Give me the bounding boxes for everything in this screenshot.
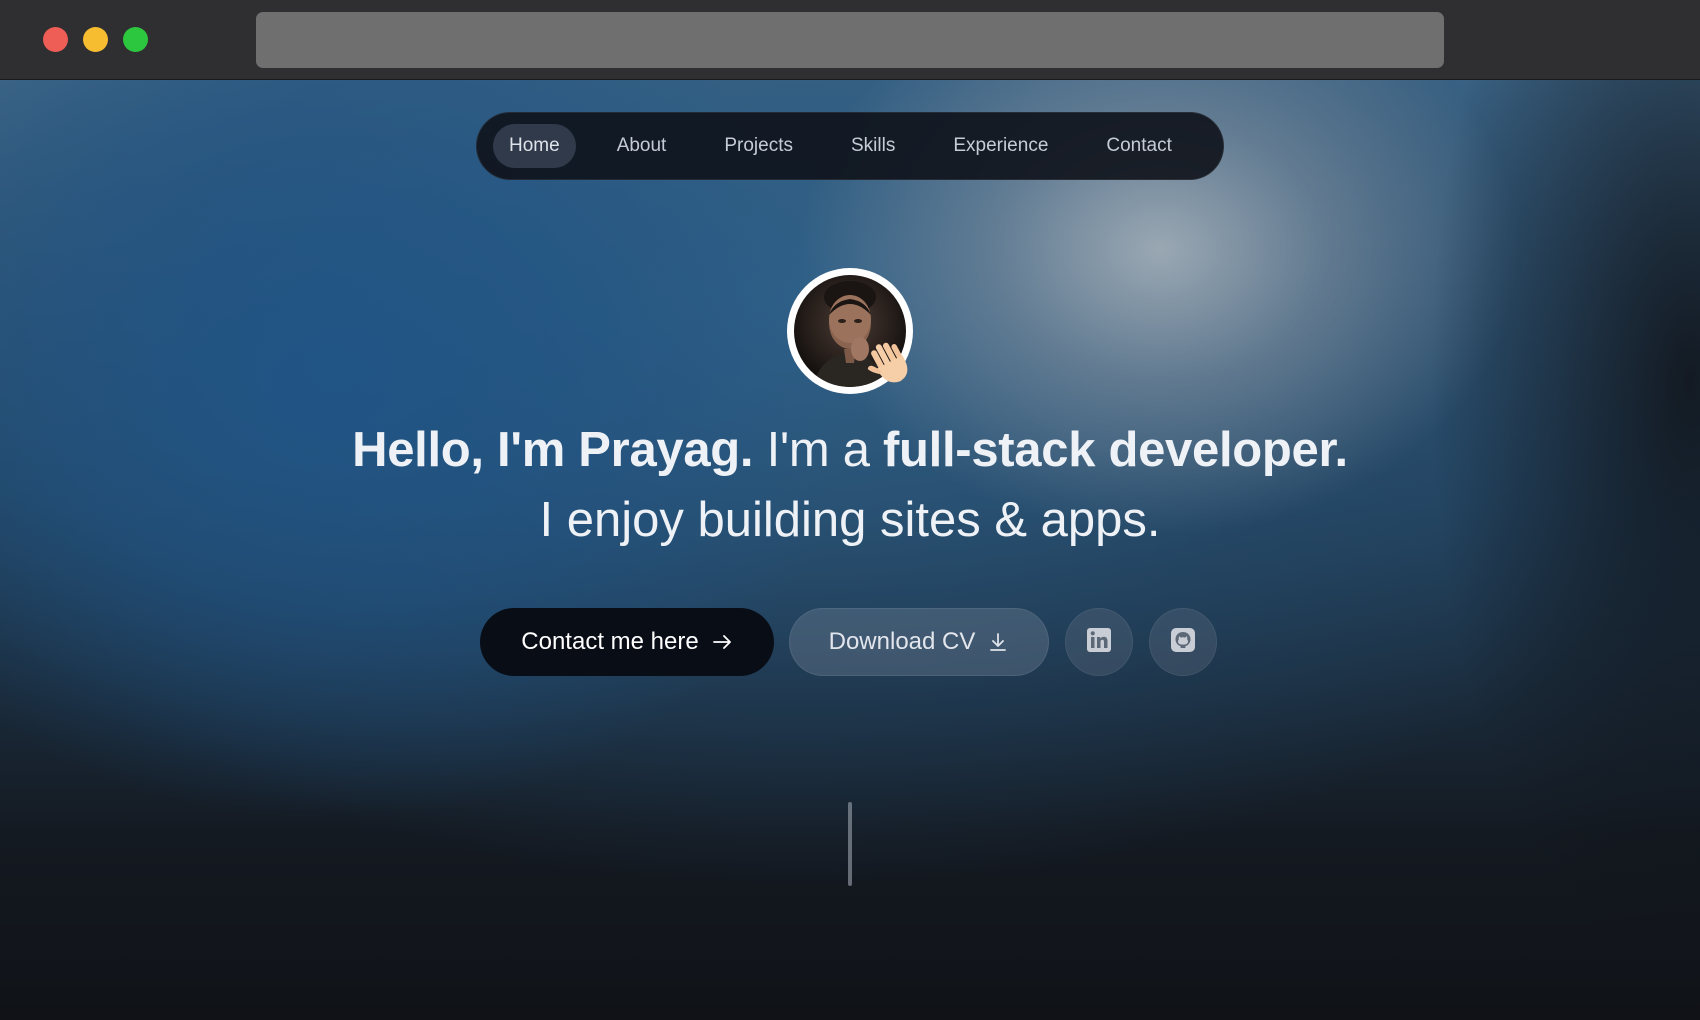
scroll-indicator	[848, 802, 852, 886]
nav-item-projects[interactable]: Projects	[708, 124, 809, 168]
title-bar	[0, 0, 1700, 80]
nav-item-experience[interactable]: Experience	[937, 124, 1064, 168]
nav-item-about[interactable]: About	[601, 124, 683, 168]
linkedin-icon	[1086, 627, 1112, 658]
hero-greeting: Hello, I'm Prayag.	[352, 423, 754, 477]
download-cv-button[interactable]: Download CV	[789, 608, 1049, 676]
maximize-window-button[interactable]	[123, 27, 148, 52]
waving-hand-icon	[864, 338, 916, 390]
minimize-window-button[interactable]	[83, 27, 108, 52]
download-cv-label: Download CV	[828, 628, 976, 655]
nav-item-home[interactable]: Home	[493, 124, 576, 168]
hero-line-2: I enjoy building sites & apps.	[539, 493, 1161, 547]
linkedin-button[interactable]	[1065, 608, 1133, 676]
github-button[interactable]	[1149, 608, 1217, 676]
nav-item-skills[interactable]: Skills	[835, 124, 911, 168]
arrow-right-icon	[711, 631, 733, 653]
browser-window: Home About Projects Skills Experience Co…	[0, 0, 1700, 1020]
hero-role: full-stack developer.	[883, 423, 1348, 477]
hero-connector: I'm a	[753, 423, 884, 477]
github-icon	[1170, 627, 1196, 658]
hero-line-1: Hello, I'm Prayag. I'm a full-stack deve…	[0, 415, 1700, 485]
contact-button-label: Contact me here	[521, 628, 699, 655]
close-window-button[interactable]	[43, 27, 68, 52]
nav-item-contact[interactable]: Contact	[1090, 124, 1187, 168]
hero-headline: Hello, I'm Prayag. I'm a full-stack deve…	[0, 415, 1700, 555]
main-nav: Home About Projects Skills Experience Co…	[476, 112, 1224, 180]
address-bar[interactable]	[256, 12, 1444, 68]
page-content: Home About Projects Skills Experience Co…	[0, 80, 1700, 1020]
contact-button[interactable]: Contact me here	[480, 608, 774, 676]
download-icon	[987, 631, 1009, 653]
